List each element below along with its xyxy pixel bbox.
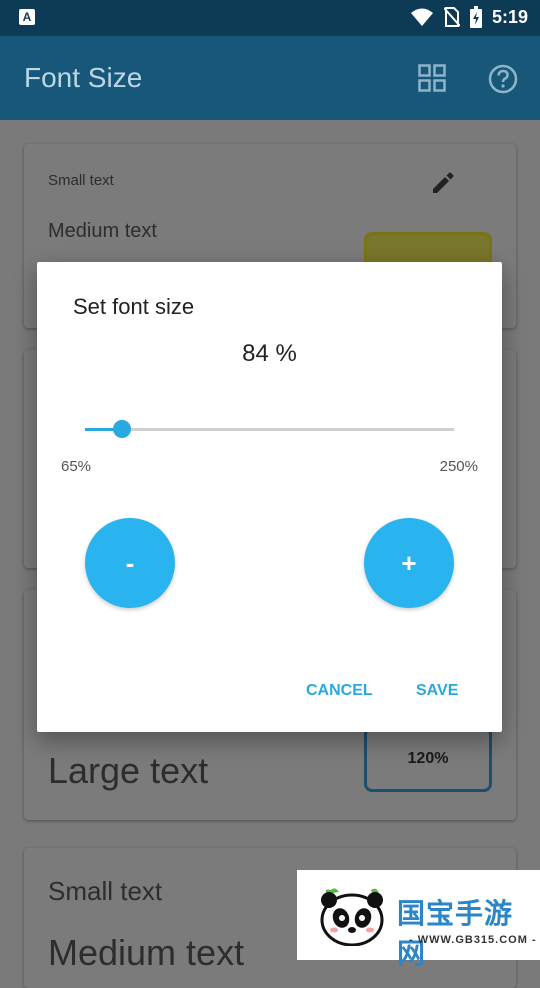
status-icons: 5:19 (410, 6, 528, 28)
set-font-size-dialog: Set font size 84 % 65% 250% - + CANCEL S… (37, 262, 502, 732)
slider-thumb[interactable] (112, 420, 131, 438)
small-text-label: Small text (48, 172, 114, 189)
grid-view-icon[interactable] (418, 64, 446, 92)
dialog-title: Set font size (73, 294, 195, 319)
medium-text-label: Medium text (48, 220, 157, 242)
help-icon[interactable] (488, 64, 518, 94)
save-button[interactable]: SAVE (416, 682, 458, 700)
slider-max-label: 250% (439, 458, 478, 475)
decrease-button[interactable]: - (85, 518, 175, 608)
app-title: Font Size (24, 62, 143, 93)
slider-min-label: 65% (61, 458, 92, 475)
panda-logo-icon (320, 888, 384, 946)
watermark-brand: 国宝手游网 (397, 898, 514, 969)
font-size-slider[interactable] (85, 420, 454, 438)
font-size-value: 84 % (242, 340, 297, 367)
site-watermark: 国宝手游网 - WWW.GB315.COM - (297, 870, 540, 969)
battery-charging-icon (469, 6, 482, 28)
edit-icon[interactable] (430, 170, 456, 196)
watermark-url: - WWW.GB315.COM - (409, 934, 537, 946)
no-sim-icon (443, 7, 460, 27)
app-bar: Font Size (0, 36, 540, 120)
size-box[interactable]: 120% (364, 726, 492, 792)
clock: 5:19 (491, 6, 528, 27)
app-notification-icon: A (19, 9, 35, 25)
increase-button[interactable]: + (364, 518, 454, 608)
wifi-icon (410, 8, 433, 26)
large-text-label: Large text (48, 750, 209, 791)
medium-text-label: Medium text (48, 932, 245, 973)
small-text-label: Small text (48, 876, 163, 906)
status-bar: A 5:19 (0, 0, 540, 36)
cancel-button[interactable]: CANCEL (306, 682, 373, 700)
